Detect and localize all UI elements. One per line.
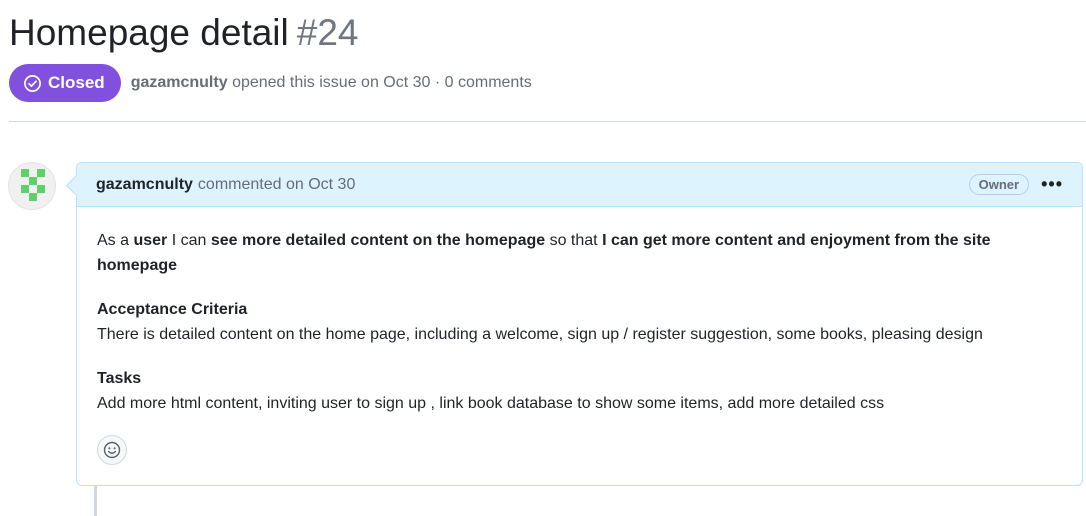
issue-opened-text: opened this issue on Oct 30 · 0 comments <box>232 74 532 91</box>
avatar[interactable] <box>8 162 56 210</box>
issue-title: Homepage detail #24 <box>9 8 358 58</box>
acceptance-criteria-heading: Acceptance Criteria <box>97 301 248 318</box>
comment-card: gazamcnulty commented on Oct 30 Owner ••… <box>76 162 1083 486</box>
timeline-line <box>94 486 97 516</box>
story-role: user <box>133 232 168 249</box>
add-reaction-button[interactable] <box>97 435 127 465</box>
story-goal: see more detailed content on the homepag… <box>210 232 546 249</box>
tasks-text: Add more html content, inviting user to … <box>97 395 885 412</box>
owner-badge: Owner <box>968 174 1030 195</box>
issue-title-text: Homepage detail <box>9 12 289 53</box>
story-text: As a <box>97 232 134 249</box>
state-label: Closed <box>48 73 105 92</box>
acceptance-criteria-text: There is detailed content on the home pa… <box>97 326 983 343</box>
smiley-icon <box>103 441 121 459</box>
issue-author-link[interactable]: gazamcnulty <box>131 74 228 91</box>
user-story: As a user I can see more detailed conten… <box>97 228 1037 278</box>
issue-closed-icon <box>24 74 41 92</box>
story-text: so that <box>545 232 603 249</box>
kebab-horizontal-icon[interactable]: ••• <box>1041 174 1063 195</box>
issue-meta: Closed gazamcnulty opened this issue on … <box>9 64 532 102</box>
state-badge: Closed <box>9 64 121 102</box>
tasks-heading: Tasks <box>97 370 142 387</box>
comment-author-link[interactable]: gazamcnulty <box>96 176 193 194</box>
comment-timestamp[interactable]: commented on Oct 30 <box>198 176 355 194</box>
comment-header: gazamcnulty commented on Oct 30 Owner ••… <box>77 163 1082 207</box>
header-divider <box>9 121 1086 122</box>
issue-opened-info: gazamcnulty opened this issue on Oct 30 … <box>131 74 532 92</box>
story-text: I can <box>167 232 211 249</box>
identicon-icon <box>21 169 45 201</box>
issue-number: #24 <box>296 12 359 53</box>
